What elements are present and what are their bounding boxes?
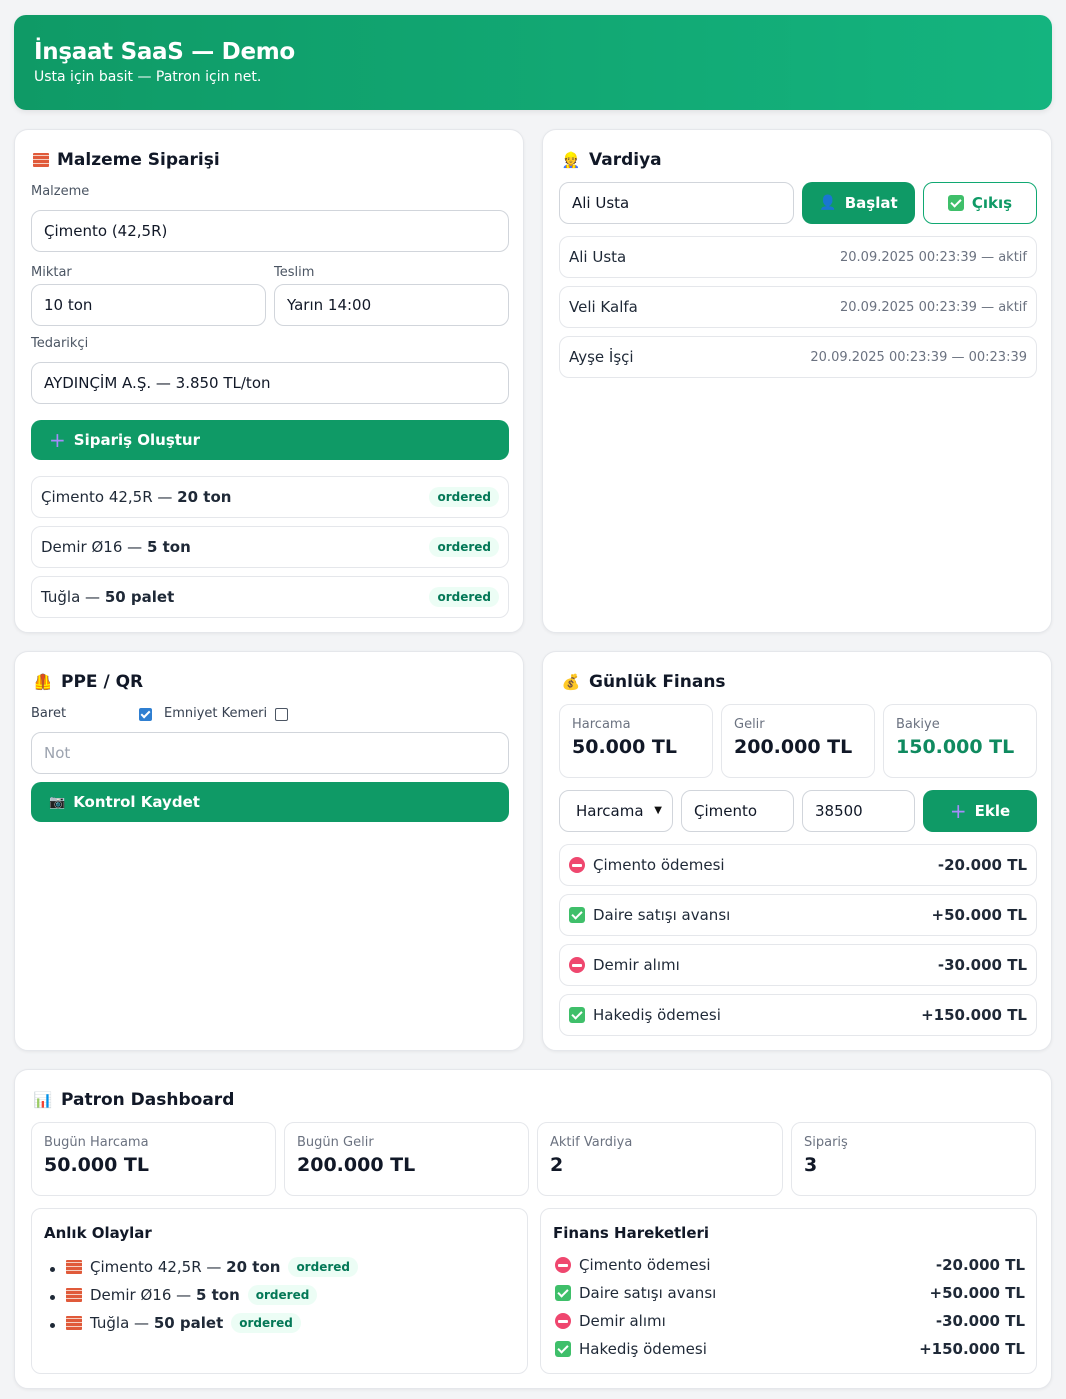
finance-move-item: Demir alımı -30.000 TL bbox=[555, 1312, 1025, 1330]
event-item: Demir Ø16 — 5 tonordered bbox=[66, 1285, 358, 1313]
brick-icon bbox=[33, 153, 49, 167]
check-icon bbox=[569, 907, 585, 923]
shift-list-item: Veli Kalfa 20.09.2025 00:23:39 — aktif bbox=[559, 286, 1037, 328]
finance-moves-title: Finans Hareketleri bbox=[553, 1224, 710, 1242]
material-order-card: Malzeme Siparişi Malzeme Çimento (42,5R)… bbox=[14, 129, 524, 633]
finance-move-item: Çimento ödemesi -20.000 TL bbox=[555, 1256, 1025, 1274]
status-badge: ordered bbox=[247, 1285, 318, 1305]
finance-move-item: Daire satışı avansı +50.000 TL bbox=[555, 1284, 1025, 1302]
minus-icon bbox=[569, 857, 585, 873]
add-entry-button[interactable]: + Ekle bbox=[923, 790, 1037, 832]
plus-icon: + bbox=[949, 799, 967, 823]
check-icon bbox=[555, 1341, 571, 1357]
check-icon bbox=[555, 1285, 571, 1301]
delivery-input[interactable]: Yarın 14:00 bbox=[274, 284, 509, 326]
finance-list-item: Demir alımı -30.000 TL bbox=[559, 944, 1037, 986]
active-shift-stat: Aktif Vardiya 2 bbox=[537, 1122, 783, 1196]
app-title: İnşaat SaaS — Demo bbox=[34, 39, 295, 65]
order-list-item: Tuğla — 50 palet ordered bbox=[31, 576, 509, 618]
description-input[interactable]: Çimento bbox=[681, 790, 794, 832]
order-list-item: Çimento 42,5R — 20 ton ordered bbox=[31, 476, 509, 518]
event-item: Çimento 42,5R — 20 tonordered bbox=[66, 1257, 358, 1285]
status-badge: ordered bbox=[429, 487, 499, 507]
income-stat: Gelir 200.000 TL bbox=[721, 704, 875, 778]
expense-stat: Harcama 50.000 TL bbox=[559, 704, 713, 778]
delivery-label: Teslim bbox=[274, 265, 315, 280]
material-order-title: Malzeme Siparişi bbox=[33, 150, 220, 170]
app-subtitle: Usta için basit — Patron için net. bbox=[34, 69, 262, 85]
finance-move-item: Hakediş ödemesi +150.000 TL bbox=[555, 1340, 1025, 1358]
status-badge: ordered bbox=[429, 587, 499, 607]
brick-icon bbox=[66, 1260, 82, 1274]
finance-list-item: Hakediş ödemesi +150.000 TL bbox=[559, 994, 1037, 1036]
balance-stat: Bakiye 150.000 TL bbox=[883, 704, 1037, 778]
check-icon bbox=[947, 195, 964, 211]
chevron-down-icon: ▼ bbox=[654, 805, 662, 816]
amount-input[interactable]: 38500 bbox=[802, 790, 915, 832]
minus-icon bbox=[569, 957, 585, 973]
quantity-input[interactable]: 10 ton bbox=[31, 284, 266, 326]
money-bag-icon: 💰 bbox=[561, 673, 581, 691]
event-item: Tuğla — 50 paletordered bbox=[66, 1313, 358, 1341]
ppe-title: 🦺 PPE / QR bbox=[33, 672, 144, 692]
create-order-button[interactable]: + Sipariş Oluştur bbox=[31, 420, 509, 460]
person-icon: 👤 bbox=[819, 195, 837, 211]
worker-name-input[interactable]: Ali Usta bbox=[559, 182, 794, 224]
shift-card: 👷 Vardiya Ali Usta 👤 Başlat Çıkış Ali Us… bbox=[542, 129, 1052, 633]
ppe-card: 🦺 PPE / QR Baret Emniyet Kemeri Not 📷 Ko… bbox=[14, 651, 524, 1051]
order-count-stat: Sipariş 3 bbox=[791, 1122, 1036, 1196]
minus-icon bbox=[555, 1257, 571, 1273]
quantity-label: Miktar bbox=[31, 265, 72, 280]
camera-icon: 📷 bbox=[49, 794, 66, 810]
plus-icon: + bbox=[49, 428, 66, 452]
bar-chart-icon: 📊 bbox=[33, 1091, 53, 1109]
material-input[interactable]: Çimento (42,5R) bbox=[31, 210, 509, 252]
status-badge: ordered bbox=[429, 537, 499, 557]
vest-icon: 🦺 bbox=[33, 673, 53, 691]
dashboard-title: 📊 Patron Dashboard bbox=[33, 1090, 235, 1110]
note-input[interactable]: Not bbox=[31, 732, 509, 774]
type-select[interactable]: Harcama ▼ bbox=[559, 790, 673, 832]
daily-finance-card: 💰 Günlük Finans Harcama 50.000 TL Gelir … bbox=[542, 651, 1052, 1051]
helmet-checkbox[interactable] bbox=[139, 708, 152, 721]
app-header: İnşaat SaaS — Demo Usta için basit — Pat… bbox=[14, 15, 1052, 110]
supplier-label: Tedarikçi bbox=[31, 336, 89, 351]
finance-moves-panel: Finans Hareketleri Çimento ödemesi -20.0… bbox=[540, 1208, 1037, 1374]
save-check-button[interactable]: 📷 Kontrol Kaydet bbox=[31, 782, 509, 822]
order-list-item: Demir Ø16 — 5 ton ordered bbox=[31, 526, 509, 568]
supplier-input[interactable]: AYDINÇİM A.Ş. — 3.850 TL/ton bbox=[31, 362, 509, 404]
belt-checkbox[interactable] bbox=[275, 708, 288, 721]
material-label: Malzeme bbox=[31, 184, 90, 199]
brick-icon bbox=[66, 1316, 82, 1330]
shift-list-item: Ali Usta 20.09.2025 00:23:39 — aktif bbox=[559, 236, 1037, 278]
check-icon bbox=[569, 1007, 585, 1023]
status-badge: ordered bbox=[288, 1257, 358, 1277]
shift-title: 👷 Vardiya bbox=[561, 150, 662, 170]
live-events-title: Anlık Olaylar bbox=[44, 1224, 152, 1242]
finance-title: 💰 Günlük Finans bbox=[561, 672, 726, 692]
finance-list-item: Çimento ödemesi -20.000 TL bbox=[559, 844, 1037, 886]
today-expense-stat: Bugün Harcama 50.000 TL bbox=[31, 1122, 276, 1196]
start-shift-button[interactable]: 👤 Başlat bbox=[802, 182, 915, 224]
brick-icon bbox=[66, 1288, 82, 1302]
helmet-label: Baret bbox=[31, 706, 67, 721]
worker-icon: 👷 bbox=[561, 151, 581, 169]
minus-icon bbox=[555, 1313, 571, 1329]
end-shift-button[interactable]: Çıkış bbox=[923, 182, 1037, 224]
today-income-stat: Bugün Gelir 200.000 TL bbox=[284, 1122, 529, 1196]
belt-label: Emniyet Kemeri bbox=[164, 706, 268, 721]
status-badge: ordered bbox=[231, 1313, 301, 1333]
finance-list-item: Daire satışı avansı +50.000 TL bbox=[559, 894, 1037, 936]
shift-list-item: Ayşe İşçi 20.09.2025 00:23:39 — 00:23:39 bbox=[559, 336, 1037, 378]
live-events-list: Çimento 42,5R — 20 tonordered Demir Ø16 … bbox=[66, 1257, 358, 1341]
live-events-panel: Anlık Olaylar Çimento 42,5R — 20 tonorde… bbox=[31, 1208, 528, 1374]
dashboard-card: 📊 Patron Dashboard Bugün Harcama 50.000 … bbox=[14, 1069, 1052, 1389]
